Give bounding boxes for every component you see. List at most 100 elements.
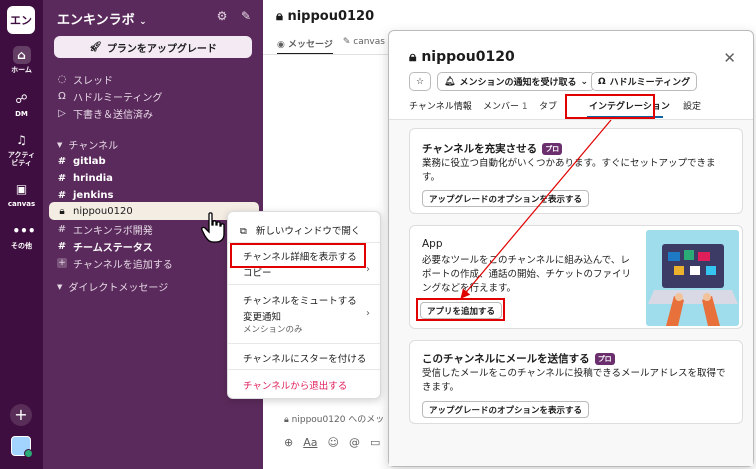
tab-canvas[interactable]: ✎ canvas xyxy=(343,37,385,55)
channel-name: エンキンラボ開発 xyxy=(73,225,153,237)
add-workspace-button[interactable]: + xyxy=(10,404,32,426)
dm-section-header[interactable]: ▼ ダイレクトメッセージ xyxy=(57,279,169,295)
notification-dropdown[interactable]: 🔔︎ メンションの通知を受け取る ⌄ xyxy=(437,72,595,91)
bell-icon: ♫ xyxy=(16,133,27,147)
rail-canvas-label: canvas xyxy=(7,200,36,208)
rail-activity[interactable]: ♫ アクティ ビティ xyxy=(0,131,43,167)
huddle-button[interactable]: Ω ハドルミーティング xyxy=(591,72,698,91)
card-title: App xyxy=(422,238,443,250)
menu-item-star[interactable]: チャンネルにスターを付ける xyxy=(243,351,366,365)
highlight-integrations-tab xyxy=(565,94,655,119)
upgrade-plan-label: プランをアップグレード xyxy=(106,43,217,55)
plus-icon[interactable]: ⊕ xyxy=(284,436,293,449)
chevron-down-icon: ⌄ xyxy=(580,76,588,87)
divider xyxy=(228,369,380,370)
card-title-text: App xyxy=(422,238,443,250)
menu-item-new-window[interactable]: ⧉ 新しいウィンドウで開く xyxy=(240,223,360,237)
sidebar-item-threads[interactable]: ◌ スレッド xyxy=(57,72,113,87)
view-upgrade-options-button[interactable]: アップグレードのオプションを表示する xyxy=(422,190,590,207)
message-icon: ◉ xyxy=(277,40,285,50)
thread-icon: ◌ xyxy=(57,73,67,85)
workspace-name[interactable]: エンキンラボ ⌄ xyxy=(57,9,147,28)
app-illustration xyxy=(646,230,739,326)
sidebar-item-gitlab[interactable]: # gitlab xyxy=(57,154,106,168)
rail-more-label: その他 xyxy=(11,242,32,250)
page-title[interactable]: 🔒︎ nippou0120 xyxy=(276,9,374,24)
card-desc-line: 必要なツールをこのチャンネルに組み込んで、レ xyxy=(422,255,630,266)
menu-item-leave[interactable]: チャンネルから退出する xyxy=(243,378,347,392)
compose-icon[interactable]: ✎ xyxy=(239,9,253,23)
home-icon: ⌂ xyxy=(12,46,31,64)
sidebar-item-hrindia[interactable]: # hrindia xyxy=(57,171,113,185)
hash-icon: # xyxy=(57,223,67,235)
tab-members-label: メンバー xyxy=(483,102,520,112)
card-desc-line: ングなどを行えます。 xyxy=(422,283,517,294)
sidebar-item-jenkins[interactable]: # jenkins xyxy=(57,188,114,202)
highlight-show-details xyxy=(230,243,366,268)
card-description: 業務に役立つ自動化がいくつかあります。すぐにセットアップできます。 xyxy=(422,158,716,183)
avatar[interactable] xyxy=(11,436,33,458)
rail-canvas[interactable]: ▣ canvas xyxy=(0,180,43,208)
channels-section-header[interactable]: ▼ チャンネル xyxy=(57,137,119,153)
rail-home-label: ホーム xyxy=(11,66,32,74)
star-button[interactable]: ☆ xyxy=(409,72,431,91)
mention-icon[interactable]: @ xyxy=(349,436,360,449)
dm-header-label: ダイレクトメッセージ xyxy=(68,283,169,294)
sidebar-item-drafts[interactable]: ▷ 下書き＆送信済み xyxy=(57,106,153,121)
sidebar-item-team-status[interactable]: # チームステータス xyxy=(57,239,153,254)
composer-toolbar: ⊕ Aa ☺ @ ▭ xyxy=(284,436,380,449)
chevron-right-icon: › xyxy=(366,264,370,275)
menu-item-mute[interactable]: チャンネルをミュートする xyxy=(243,293,357,307)
sidebar-item-huddles[interactable]: Ω ハドルミーティング xyxy=(57,89,162,104)
rail-more[interactable]: ••• その他 xyxy=(0,222,43,250)
hash-icon: # xyxy=(57,155,67,167)
upgrade-plan-button[interactable]: 🚀︎ プランをアップグレード xyxy=(54,36,252,58)
notify-sub-value: メンションのみ xyxy=(243,325,303,335)
tab-channel-info[interactable]: チャンネル情報 xyxy=(409,99,472,112)
star-icon: ☆ xyxy=(415,76,425,87)
tab-messages-label: メッセージ xyxy=(288,40,333,50)
gear-icon[interactable]: ⚙ xyxy=(215,9,229,23)
card-title-text: チャンネルを充実させる xyxy=(422,143,538,155)
menu-item-notify[interactable]: 変更通知 xyxy=(243,309,281,323)
channel-name: gitlab xyxy=(73,155,106,167)
new-window-icon: ⧉ xyxy=(240,226,247,237)
sidebar-item-enkinlab-dev[interactable]: # エンキンラボ開発 xyxy=(57,222,153,237)
channel-title-text: nippou0120 xyxy=(287,9,375,24)
enrich-channel-card: チャンネルを充実させる プロ 業務に役立つ自動化がいくつかあります。すぐにセット… xyxy=(409,128,743,214)
dm-icon: ☍ xyxy=(15,92,28,106)
video-icon[interactable]: ▭ xyxy=(370,436,380,449)
message-input-placeholder: nippou0120 へのメッ xyxy=(291,415,385,425)
card-title: このチャンネルにメールを送信する プロ xyxy=(422,351,615,366)
add-channel-label: チャンネルを追加する xyxy=(73,259,173,271)
tab-settings[interactable]: 設定 xyxy=(683,99,701,112)
lock-icon: 🔒︎ xyxy=(284,415,289,425)
tab-messages[interactable]: ◉ メッセージ xyxy=(277,37,333,55)
huddle-label: ハドルミーティング xyxy=(609,78,691,88)
divider xyxy=(228,343,380,344)
lock-icon: 🔒︎ xyxy=(59,205,65,217)
rail-dm[interactable]: ☍ DM xyxy=(0,90,43,118)
tab-tabs[interactable]: タブ xyxy=(539,99,557,112)
tab-members[interactable]: メンバー 1 xyxy=(483,99,528,112)
card-description: 必要なツールをこのチャンネルに組み込んで、レ ポートの作成、通話の開始、チケット… xyxy=(422,254,644,296)
sidebar-item-add-channel[interactable]: + チャンネルを追加する xyxy=(57,256,173,271)
rail-activity-label-2: ビティ xyxy=(11,159,32,167)
emoji-icon[interactable]: ☺ xyxy=(327,436,338,449)
message-input[interactable]: 🔒︎ nippou0120 へのメッ xyxy=(284,412,384,425)
close-icon[interactable]: ✕ xyxy=(723,49,736,67)
rail-home[interactable]: ⌂ ホーム xyxy=(0,46,43,74)
channel-name: hrindia xyxy=(73,172,113,184)
rocket-icon: 🚀︎ xyxy=(89,41,102,53)
hash-icon: # xyxy=(57,172,67,184)
view-upgrade-options-button[interactable]: アップグレードのオプションを表示する xyxy=(422,401,590,418)
channels-header-label: チャンネル xyxy=(68,141,119,152)
workspace-logo[interactable]: エン xyxy=(7,6,35,34)
sidebar-item-label: スレッド xyxy=(73,75,113,87)
channel-tabs: ◉ メッセージ ✎ canvas xyxy=(277,37,385,55)
more-icon: ••• xyxy=(12,224,36,238)
pro-badge: プロ xyxy=(594,352,615,365)
highlight-add-app xyxy=(416,298,505,321)
notification-label: メンションの通知を受け取る xyxy=(459,78,577,88)
format-icon[interactable]: Aa xyxy=(303,436,317,449)
